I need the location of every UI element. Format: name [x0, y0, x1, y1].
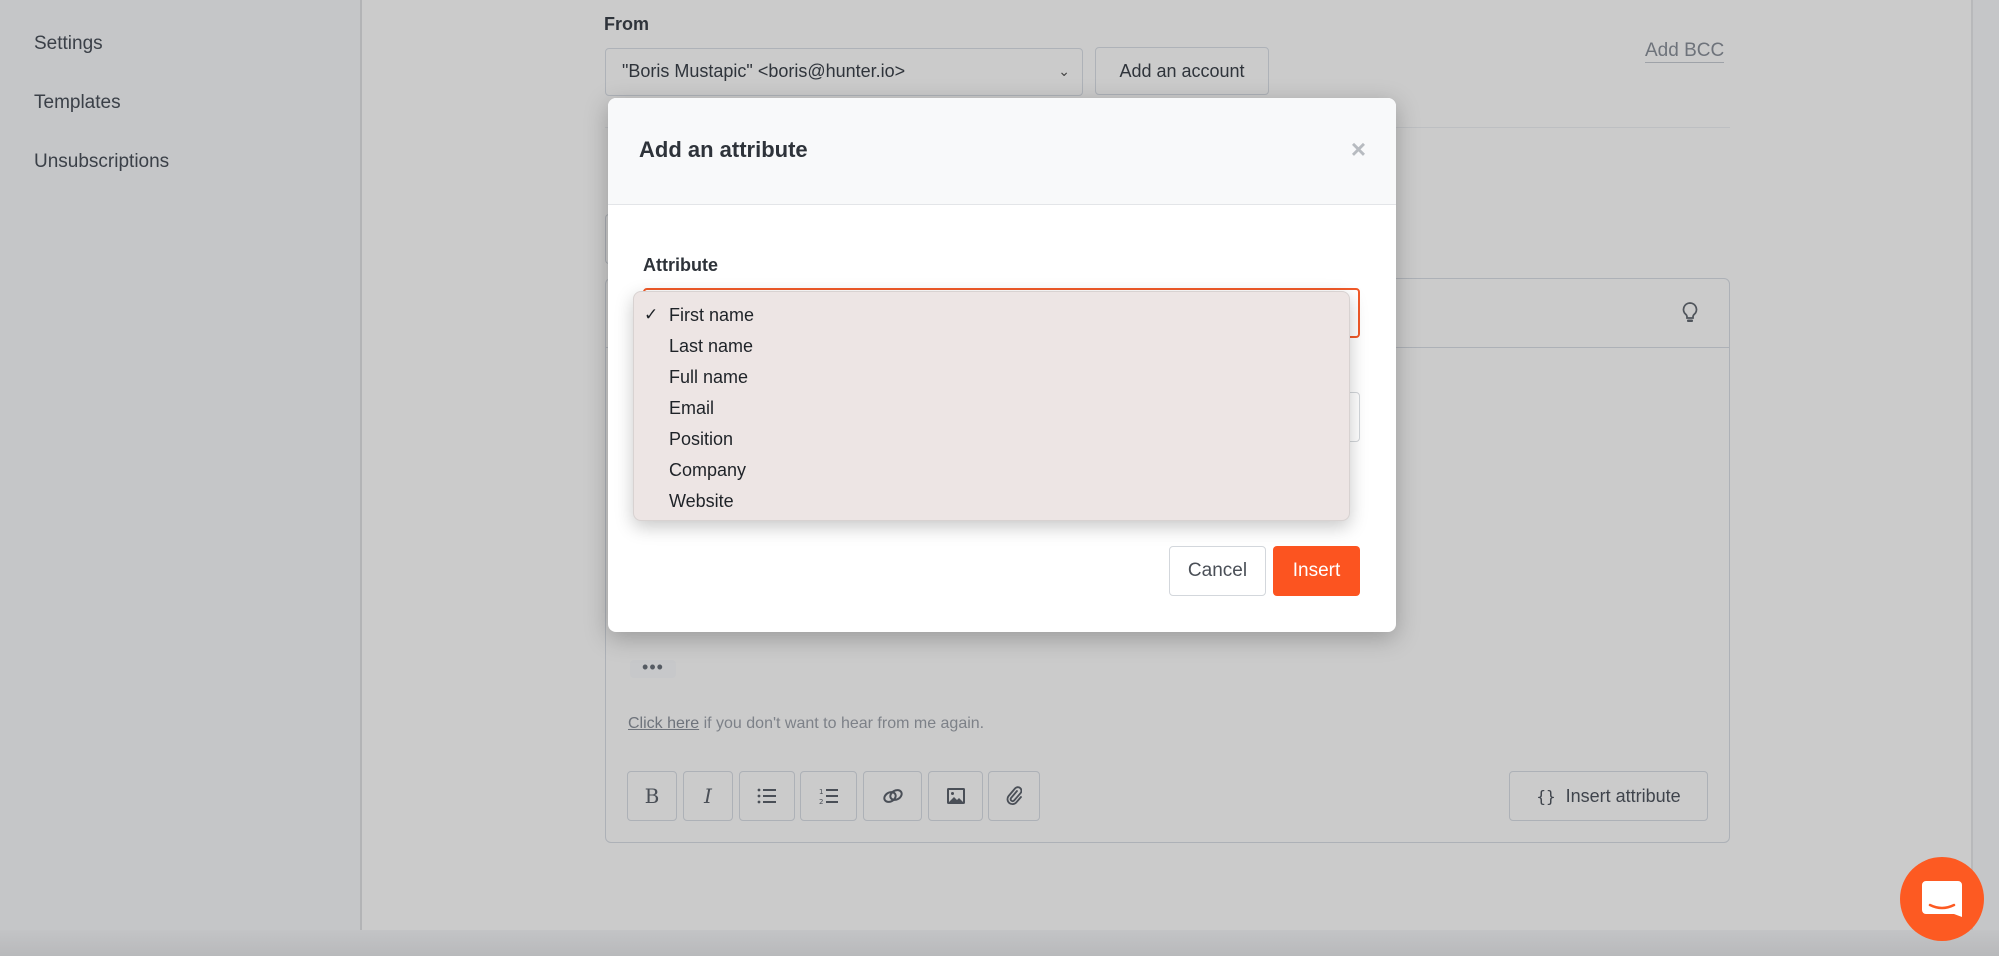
dropdown-option-full-name[interactable]: Full name — [634, 364, 1349, 395]
insert-attribute-label: Insert attribute — [1565, 785, 1681, 806]
image-icon — [946, 788, 965, 804]
dropdown-option-position[interactable]: Position — [634, 426, 1349, 457]
checkmark-icon: ✓ — [644, 305, 659, 324]
option-label: Last name — [669, 336, 754, 356]
attribute-dropdown-list: ✓ First name Last name Full name Email Po… — [633, 291, 1350, 521]
option-label: First name — [669, 305, 755, 325]
bulleted-list-button[interactable] — [739, 771, 795, 821]
chat-widget-button[interactable] — [1900, 857, 1984, 941]
svg-text:2: 2 — [819, 798, 823, 805]
from-label: From — [604, 14, 649, 34]
lightbulb-icon[interactable] — [1681, 301, 1699, 325]
dropdown-option-last-name[interactable]: Last name — [634, 333, 1349, 364]
right-gutter — [1973, 0, 1999, 956]
attachment-button[interactable] — [988, 771, 1040, 821]
italic-button[interactable]: I — [683, 771, 733, 821]
modal-header: Add an attribute × — [608, 98, 1396, 205]
image-button[interactable] — [928, 771, 983, 821]
modal-title: Add an attribute — [639, 137, 808, 162]
dropdown-option-first-name[interactable]: ✓ First name — [634, 302, 1349, 333]
dropdown-option-email[interactable]: Email — [634, 395, 1349, 426]
bottom-edge — [0, 930, 1999, 956]
braces-icon: {} — [1536, 786, 1556, 806]
unsubscribe-text: if you don't want to hear from me again. — [699, 715, 985, 732]
bold-icon: B — [644, 784, 660, 808]
from-select-value: "Boris Mustapic" <boris@hunter.io> — [622, 61, 906, 81]
close-icon[interactable]: × — [1351, 134, 1366, 165]
add-account-button[interactable]: Add an account — [1095, 47, 1269, 95]
insert-button[interactable]: Insert — [1273, 546, 1360, 596]
dropdown-option-website[interactable]: Website — [634, 488, 1349, 519]
link-icon — [882, 789, 903, 803]
show-more-button[interactable]: ••• — [630, 658, 676, 678]
sidebar-item-unsubscriptions[interactable]: Unsubscriptions — [34, 151, 169, 173]
numbered-list-button[interactable]: 12 — [800, 771, 857, 821]
dropdown-option-company[interactable]: Company — [634, 457, 1349, 488]
option-label: Email — [669, 398, 715, 418]
from-select[interactable]: "Boris Mustapic" <boris@hunter.io> ⌄ — [605, 48, 1083, 96]
bold-button[interactable]: B — [627, 771, 677, 821]
attribute-label: Attribute — [643, 255, 718, 275]
numbered-list-icon: 12 — [819, 788, 838, 805]
option-label: Company — [669, 460, 747, 480]
option-label: Position — [669, 429, 734, 449]
cancel-button[interactable]: Cancel — [1169, 546, 1266, 596]
chevron-down-icon: ⌄ — [1058, 63, 1070, 79]
insert-attribute-button[interactable]: {} Insert attribute — [1509, 771, 1708, 821]
add-bcc-link[interactable]: Add BCC — [1645, 40, 1725, 63]
unsubscribe-line: Click here if you don't want to hear fro… — [628, 715, 984, 733]
paperclip-icon — [1006, 786, 1022, 805]
link-button[interactable] — [863, 771, 922, 821]
option-label: Full name — [669, 367, 749, 387]
sidebar: Settings Templates Unsubscriptions — [0, 0, 362, 956]
unsubscribe-link[interactable]: Click here — [628, 715, 699, 732]
sidebar-item-settings[interactable]: Settings — [34, 33, 103, 55]
svg-text:1: 1 — [819, 788, 823, 796]
italic-icon: I — [704, 784, 712, 808]
bulleted-list-icon — [757, 788, 776, 804]
option-label: Website — [669, 491, 734, 511]
chat-icon — [1922, 881, 1962, 917]
sidebar-item-templates[interactable]: Templates — [34, 92, 121, 114]
